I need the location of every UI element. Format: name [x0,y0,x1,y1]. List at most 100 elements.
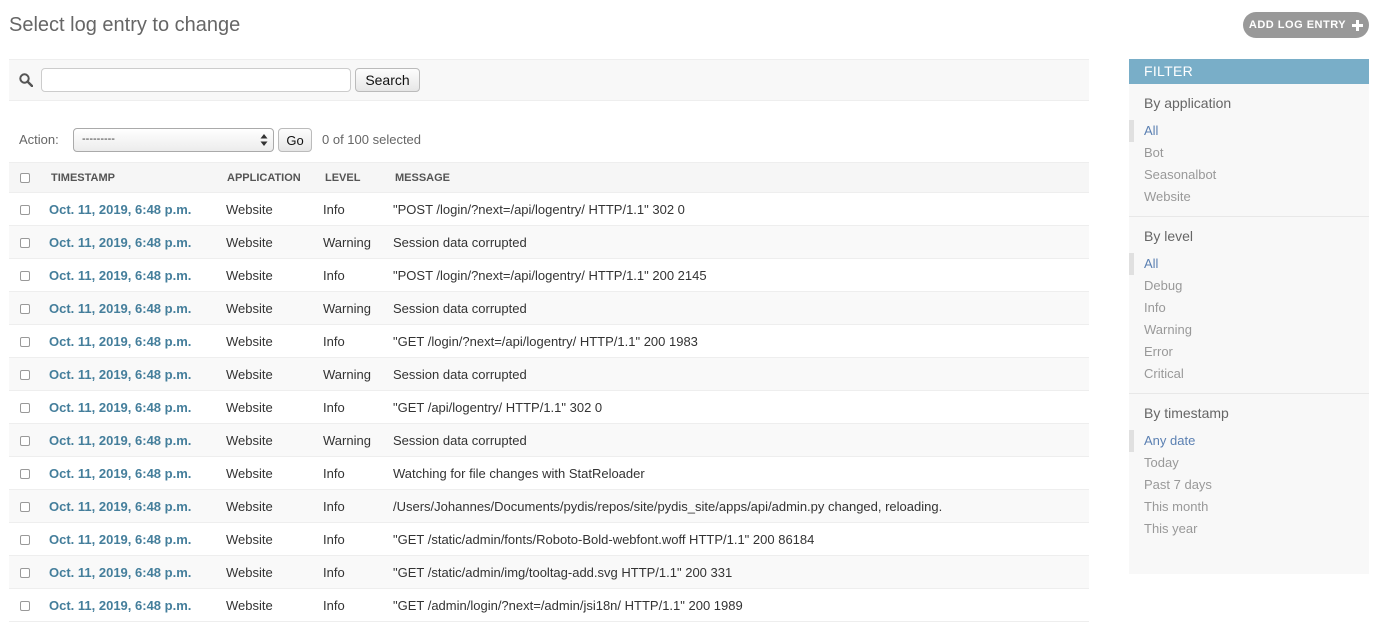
application-cell: Website [226,192,323,226]
filter-option-level-debug[interactable]: Debug [1144,275,1369,297]
row-checkbox[interactable] [20,370,30,381]
filter-option-timestamp-this-year[interactable]: This year [1144,518,1369,540]
action-label: Action: [19,132,59,147]
table-row: Oct. 11, 2019, 6:48 p.m. Website Info "G… [9,588,1089,622]
filter-section-level: By level All Debug Info Warning Error Cr… [1129,217,1369,394]
row-checkbox[interactable] [20,205,30,216]
application-cell: Website [226,555,323,589]
plus-icon [1352,19,1364,31]
row-checkbox[interactable] [20,436,30,447]
add-log-entry-button[interactable]: ADD LOG ENTRY [1243,12,1369,38]
message-cell: Watching for file changes with StatReloa… [393,456,1089,490]
column-header-message[interactable]: MESSAGE [393,162,1089,193]
filter-option-timestamp-any-date[interactable]: Any date [1129,430,1369,452]
row-checkbox[interactable] [20,304,30,315]
table-header-row: TIMESTAMP APPLICATION LEVEL MESSAGE [9,162,1089,193]
row-checkbox[interactable] [20,271,30,282]
table-row: Oct. 11, 2019, 6:48 p.m. Website Info "G… [9,522,1089,556]
row-checkbox[interactable] [20,601,30,612]
column-header-application[interactable]: APPLICATION [226,162,323,193]
message-cell: "GET /login/?next=/api/logentry/ HTTP/1.… [393,324,1089,358]
message-cell: "GET /static/admin/img/tooltag-add.svg H… [393,555,1089,589]
application-cell: Website [226,588,323,622]
table-row: Oct. 11, 2019, 6:48 p.m. Website Info "G… [9,390,1089,424]
message-cell: "POST /login/?next=/api/logentry/ HTTP/1… [393,192,1089,226]
row-checkbox[interactable] [20,535,30,546]
row-checkbox[interactable] [20,337,30,348]
action-bar: Action: --------- Go 0 of 100 selected [9,127,1089,153]
timestamp-link[interactable]: Oct. 11, 2019, 6:48 p.m. [49,433,191,448]
filter-option-application-bot[interactable]: Bot [1144,142,1369,164]
filter-option-application-all[interactable]: All [1129,120,1369,142]
filter-option-timestamp-this-month[interactable]: This month [1144,496,1369,518]
table-row: Oct. 11, 2019, 6:48 p.m. Website Warning… [9,225,1089,259]
timestamp-link[interactable]: Oct. 11, 2019, 6:48 p.m. [49,499,191,514]
message-cell: "GET /static/admin/fonts/Roboto-Bold-web… [393,522,1089,556]
filter-sidebar: FILTER By application All Bot Seasonalbo… [1129,59,1369,574]
message-cell: "GET /admin/login/?next=/admin/jsi18n/ H… [393,588,1089,622]
level-cell: Info [323,522,393,556]
action-select[interactable]: --------- [73,128,274,152]
level-cell: Info [323,390,393,424]
filter-list-level: All Debug Info Warning Error Critical [1129,253,1369,385]
level-cell: Warning [323,423,393,457]
column-header-level[interactable]: LEVEL [323,162,393,193]
filter-option-level-warning[interactable]: Warning [1144,319,1369,341]
filter-section-timestamp: By timestamp Any date Today Past 7 days … [1129,394,1369,548]
level-cell: Warning [323,357,393,391]
timestamp-link[interactable]: Oct. 11, 2019, 6:48 p.m. [49,235,191,250]
filter-header: FILTER [1129,59,1369,84]
filter-section-application: By application All Bot Seasonalbot Websi… [1129,84,1369,217]
filter-option-application-website[interactable]: Website [1144,186,1369,208]
timestamp-link[interactable]: Oct. 11, 2019, 6:48 p.m. [49,334,191,349]
timestamp-link[interactable]: Oct. 11, 2019, 6:48 p.m. [49,202,191,217]
selected-count: 0 of 100 selected [322,132,422,147]
application-cell: Website [226,357,323,391]
application-cell: Website [226,258,323,292]
table-row: Oct. 11, 2019, 6:48 p.m. Website Info "G… [9,324,1089,358]
message-cell: "GET /api/logentry/ HTTP/1.1" 302 0 [393,390,1089,424]
level-cell: Info [323,324,393,358]
message-cell: "POST /login/?next=/api/logentry/ HTTP/1… [393,258,1089,292]
row-checkbox[interactable] [20,238,30,249]
filter-option-level-critical[interactable]: Critical [1144,363,1369,385]
level-cell: Info [323,489,393,523]
row-checkbox[interactable] [20,403,30,414]
filter-option-level-info[interactable]: Info [1144,297,1369,319]
row-checkbox[interactable] [20,568,30,579]
row-checkbox[interactable] [20,469,30,480]
filter-option-application-seasonalbot[interactable]: Seasonalbot [1144,164,1369,186]
go-button[interactable]: Go [278,128,312,152]
level-cell: Warning [323,291,393,325]
filter-list-application: All Bot Seasonalbot Website [1129,120,1369,208]
timestamp-link[interactable]: Oct. 11, 2019, 6:48 p.m. [49,268,191,283]
timestamp-link[interactable]: Oct. 11, 2019, 6:48 p.m. [49,565,191,580]
table-row: Oct. 11, 2019, 6:48 p.m. Website Warning… [9,423,1089,457]
filter-option-level-error[interactable]: Error [1144,341,1369,363]
action-select-value: --------- [82,133,115,145]
search-button[interactable]: Search [355,68,420,92]
timestamp-link[interactable]: Oct. 11, 2019, 6:48 p.m. [49,598,191,613]
table-row: Oct. 11, 2019, 6:48 p.m. Website Info "P… [9,258,1089,292]
filter-option-timestamp-today[interactable]: Today [1144,452,1369,474]
application-cell: Website [226,423,323,457]
timestamp-link[interactable]: Oct. 11, 2019, 6:48 p.m. [49,400,191,415]
table-row: Oct. 11, 2019, 6:48 p.m. Website Warning… [9,357,1089,391]
timestamp-link[interactable]: Oct. 11, 2019, 6:48 p.m. [49,301,191,316]
application-cell: Website [226,390,323,424]
results-table: TIMESTAMP APPLICATION LEVEL MESSAGE Oct.… [9,162,1089,622]
timestamp-link[interactable]: Oct. 11, 2019, 6:48 p.m. [49,466,191,481]
filter-option-timestamp-past-7-days[interactable]: Past 7 days [1144,474,1369,496]
column-header-timestamp[interactable]: TIMESTAMP [49,162,226,193]
level-cell: Info [323,258,393,292]
level-cell: Info [323,456,393,490]
timestamp-link[interactable]: Oct. 11, 2019, 6:48 p.m. [49,367,191,382]
timestamp-link[interactable]: Oct. 11, 2019, 6:48 p.m. [49,532,191,547]
filter-option-level-all[interactable]: All [1129,253,1369,275]
search-input[interactable] [41,68,351,92]
select-all-checkbox[interactable] [20,172,30,183]
filter-title-application: By application [1144,95,1232,111]
application-cell: Website [226,225,323,259]
select-arrows-icon [260,134,268,146]
row-checkbox[interactable] [20,502,30,513]
